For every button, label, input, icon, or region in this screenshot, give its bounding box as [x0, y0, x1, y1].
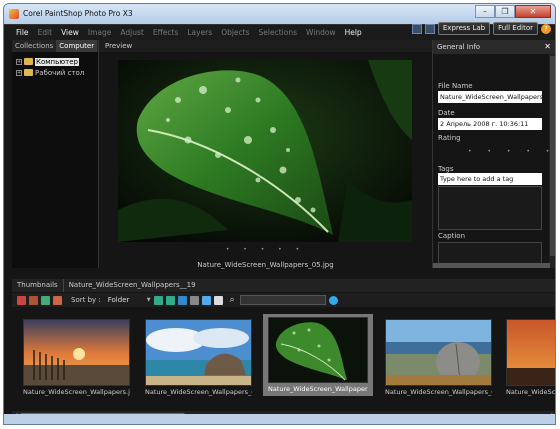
menu-help[interactable]: Help	[345, 28, 362, 37]
tree-item-label: Компьютер	[35, 57, 79, 66]
tags-input[interactable]: Type here to add a tag	[438, 173, 542, 185]
thumbnail-item[interactable]: Nature_WideScreen_W...	[506, 319, 556, 396]
info-h-scrollbar[interactable]	[433, 263, 550, 268]
layout-icon[interactable]	[411, 23, 422, 34]
preview-filename: Nature_WideScreen_Wallpapers_05.jpg	[197, 261, 334, 269]
express-lab-button[interactable]: Express Lab	[437, 22, 491, 35]
menu-view[interactable]: View	[61, 28, 79, 37]
print-icon[interactable]	[189, 295, 199, 305]
window-title: Corel PaintShop Photo Pro X3	[23, 9, 133, 18]
info-scroll-thumb[interactable]	[550, 56, 555, 256]
tag-icon[interactable]	[153, 295, 163, 305]
info-icon[interactable]	[201, 295, 211, 305]
thumbnail-caption: Nature_WideScreen_Wallpapers.jpg	[23, 388, 130, 396]
maximize-button[interactable]: ❐	[495, 5, 515, 18]
caption-label: Caption	[438, 232, 466, 240]
rating-dots[interactable]: • • • • •	[99, 246, 432, 253]
full-editor-button[interactable]: Full Editor	[493, 22, 538, 35]
delete-icon[interactable]	[53, 295, 62, 305]
thumbnail-caption: Nature_WideScreen_Wallpapers_0...	[145, 388, 252, 396]
close-button[interactable]: ✕	[515, 5, 551, 18]
help-icon[interactable]: ?	[541, 23, 551, 34]
retouch-icon[interactable]	[29, 295, 38, 305]
preview-header: Preview	[99, 40, 432, 52]
search-input[interactable]	[239, 295, 326, 305]
thumbnail-caption: Nature_WideScreen_W...	[506, 388, 556, 396]
thumbnail-item[interactable]: Nature_WideScreen_Wallpapers_0...	[385, 319, 492, 396]
sort-label: Sort by :	[71, 296, 101, 304]
app-icon	[9, 9, 19, 19]
tab-computer[interactable]: Computer	[56, 40, 98, 52]
tags-label: Tags	[438, 165, 454, 173]
preview-panel: Preview • • • • • Nature_WideScreen_Wall…	[99, 40, 432, 269]
main-area: Collections Computer + Компьютер + Рабоч…	[4, 40, 556, 421]
file-name-field[interactable]: Nature_WideScreen_Wallpapers_05.jp	[438, 91, 542, 103]
menu-image[interactable]: Image	[88, 28, 112, 37]
rating-label: Rating	[438, 134, 461, 142]
tab-thumbnails[interactable]: Thumbnails	[12, 279, 63, 292]
menu-edit[interactable]: Edit	[38, 28, 53, 37]
untag-icon[interactable]	[165, 295, 175, 305]
folder-path-tab[interactable]: Nature_WideScreen_Wallpapers__19	[62, 279, 201, 292]
fullscreen-icon[interactable]	[424, 23, 435, 34]
thumbnail-item-selected[interactable]: Nature_WideScreen_Wallpapers_0...	[263, 314, 373, 396]
preview-image	[118, 60, 412, 242]
file-name-label: File Name	[438, 82, 473, 90]
refresh-icon[interactable]	[328, 295, 338, 305]
organizer-toolbar: Sort by : Folder ▼ ⌕	[12, 293, 555, 307]
info-header: General Info	[433, 40, 555, 54]
date-field[interactable]: 2 Апрель 2008 г. 10:36:11	[438, 118, 542, 130]
menu-effects[interactable]: Effects	[153, 28, 179, 37]
info-panel: General Info ✕ File Name Nature_WideScre…	[432, 40, 555, 268]
chevron-down-icon[interactable]: ▼	[147, 297, 151, 303]
folder-tree: + Компьютер + Рабочий стол	[16, 56, 84, 78]
menu-objects[interactable]: Objects	[221, 28, 249, 37]
menu-window[interactable]: Window	[306, 28, 336, 37]
tree-item-computer[interactable]: + Компьютер	[16, 56, 84, 67]
app-window: Corel PaintShop Photo Pro X3 – ❐ ✕ File …	[3, 3, 556, 425]
menu-file[interactable]: File	[16, 28, 29, 37]
thumbnail-strip: Nature_WideScreen_Wallpapers.jpg Nature_…	[12, 307, 556, 410]
menu-adjust[interactable]: Adjust	[120, 28, 143, 37]
sort-select[interactable]: Folder	[108, 296, 144, 304]
window-bottom-border	[4, 414, 555, 424]
expand-icon[interactable]: +	[16, 69, 22, 76]
thumbnail-item[interactable]: Nature_WideScreen_Wallpapers_0...	[145, 319, 252, 396]
title-bar: Corel PaintShop Photo Pro X3 – ❐ ✕	[4, 4, 555, 24]
navigation-panel: Collections Computer + Компьютер + Рабоч…	[12, 40, 99, 268]
tree-item-desktop[interactable]: + Рабочий стол	[16, 67, 84, 78]
thumbnail-caption: Nature_WideScreen_Wallpapers_0...	[385, 388, 492, 396]
thumbnail-caption: Nature_WideScreen_Wallpapers_0...	[268, 385, 368, 393]
thumbnail-item[interactable]: Nature_WideScreen_Wallpapers.jpg	[23, 319, 130, 396]
slideshow-icon[interactable]	[177, 295, 187, 305]
email-icon[interactable]	[213, 295, 223, 305]
thumbnails-bar: Thumbnails Nature_WideScreen_Wallpapers_…	[12, 279, 555, 292]
minimize-button[interactable]: –	[475, 5, 495, 18]
folder-icon	[24, 69, 33, 76]
menu-selections[interactable]: Selections	[259, 28, 297, 37]
menu-layers[interactable]: Layers	[187, 28, 212, 37]
rating-stars[interactable]: • • • • •	[468, 148, 555, 155]
image-icon[interactable]	[41, 295, 50, 305]
date-label: Date	[438, 109, 455, 117]
close-panel-icon[interactable]: ✕	[544, 42, 551, 51]
tree-item-label: Рабочий стол	[35, 68, 85, 77]
search-icon: ⌕	[229, 295, 235, 305]
caption-field[interactable]	[438, 242, 542, 264]
brush-icon[interactable]	[17, 295, 26, 305]
tags-list	[438, 186, 542, 230]
folder-icon	[24, 58, 33, 65]
tab-collections[interactable]: Collections	[12, 40, 56, 52]
expand-icon[interactable]: +	[16, 58, 22, 65]
